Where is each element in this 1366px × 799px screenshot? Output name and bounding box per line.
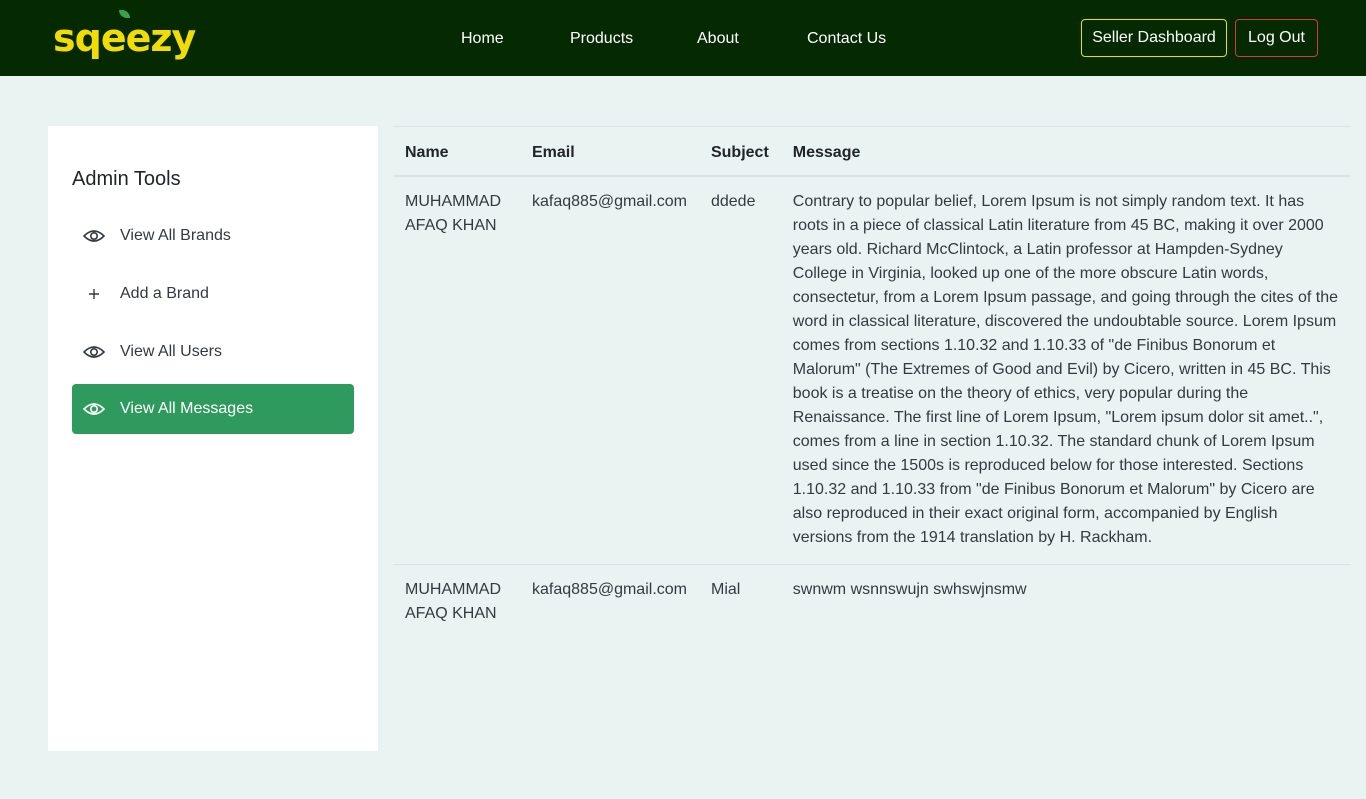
cell-name: MUHAMMAD AFAQ KHAN xyxy=(393,176,520,565)
sidebar-item-label: Add a Brand xyxy=(120,285,209,302)
logo-text: sqeezy xyxy=(53,16,196,60)
sidebar-item-label: View All Users xyxy=(120,343,222,360)
nav-link-about[interactable]: About xyxy=(697,28,739,50)
nav-link-contact[interactable]: Contact Us xyxy=(807,28,886,50)
cell-message: Contrary to popular belief, Lorem Ipsum … xyxy=(780,176,1351,565)
plus-icon xyxy=(82,284,106,304)
sidebar-item-view-messages[interactable]: View All Messages xyxy=(72,384,354,434)
eye-icon xyxy=(82,226,106,246)
column-header-subject: Subject xyxy=(698,126,781,177)
messages-table-container: Name Email Subject Message MUHAMMAD AFAQ… xyxy=(393,126,1351,640)
sidebar-item-view-users[interactable]: View All Users xyxy=(72,327,354,377)
messages-table: Name Email Subject Message MUHAMMAD AFAQ… xyxy=(393,126,1351,640)
cell-email: kafaq885@gmail.com xyxy=(532,581,687,598)
cell-subject: Mial xyxy=(710,581,741,598)
sidebar-item-add-brand[interactable]: Add a Brand xyxy=(72,269,354,319)
column-header-message: Message xyxy=(780,126,1351,177)
table-row: MUHAMMAD AFAQ KHAN kafaq885@gmail.com dd… xyxy=(393,176,1351,565)
cell-name: MUHAMMAD AFAQ KHAN xyxy=(405,581,501,622)
sidebar-title: Admin Tools xyxy=(72,168,181,190)
sidebar-item-view-brands[interactable]: View All Brands xyxy=(72,211,354,261)
sidebar-item-label: View All Brands xyxy=(120,227,231,244)
nav-link-home[interactable]: Home xyxy=(461,28,504,50)
sidebar-item-label: View All Messages xyxy=(120,400,254,417)
cell-email: kafaq885@gmail.com xyxy=(520,176,699,565)
seller-dashboard-button[interactable]: Seller Dashboard xyxy=(1081,19,1227,57)
brand-logo[interactable]: sqeezy xyxy=(53,10,196,62)
nav-link-products[interactable]: Products xyxy=(570,28,633,50)
cell-message: swnwm wsnnswujn swhswjnsmw xyxy=(792,581,1027,598)
top-navbar: sqeezy Home Products About Contact Us Se… xyxy=(0,0,1366,76)
column-header-name: Name xyxy=(393,126,520,177)
eye-icon xyxy=(82,399,106,419)
column-header-email: Email xyxy=(520,126,699,177)
cell-subject: ddede xyxy=(698,176,781,565)
admin-sidebar: Admin Tools View All Brands Add a Brand … xyxy=(48,126,378,751)
eye-icon xyxy=(82,342,106,362)
table-header-row: Name Email Subject Message xyxy=(393,126,1351,177)
table-row: MUHAMMAD AFAQ KHAN kafaq885@gmail.com Mi… xyxy=(393,565,1351,641)
logout-button[interactable]: Log Out xyxy=(1235,19,1318,57)
